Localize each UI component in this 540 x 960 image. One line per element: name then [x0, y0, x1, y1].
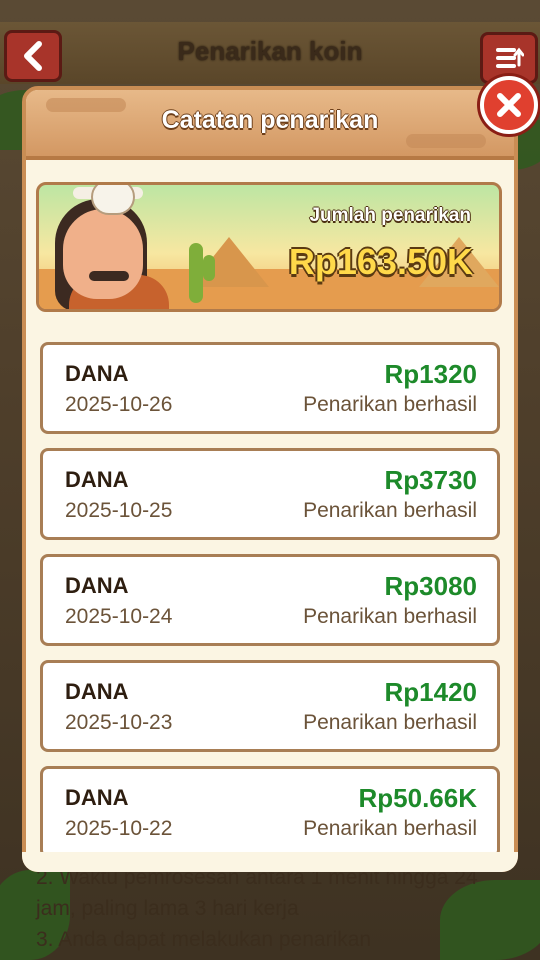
total-withdrawal-banner: Jumlah penarikan Rp163.50K	[36, 182, 502, 312]
list-item: DANA 2025-10-23 Rp1420 Penarikan berhasi…	[40, 660, 500, 752]
withdrawal-date: 2025-10-23	[65, 711, 173, 734]
payment-method: DANA	[65, 361, 129, 386]
list-item: DANA 2025-10-24 Rp3080 Penarikan berhasi…	[40, 554, 500, 646]
withdrawal-status: Penarikan berhasil	[303, 711, 477, 734]
dialog-footer	[22, 852, 518, 872]
page-title: Penarikan koin	[177, 36, 363, 66]
payment-method: DANA	[65, 573, 129, 598]
payment-method: DANA	[65, 467, 129, 492]
withdrawal-amount: Rp50.66K	[358, 783, 478, 813]
withdrawal-list[interactable]: DANA 2025-10-26 Rp1320 Penarikan berhasi…	[40, 342, 500, 852]
withdrawal-status: Penarikan berhasil	[303, 393, 477, 416]
withdrawal-date: 2025-10-24	[65, 605, 173, 628]
caveman-face	[63, 209, 143, 299]
withdrawal-status: Penarikan berhasil	[303, 499, 477, 522]
list-item: DANA 2025-10-25 Rp3730 Penarikan berhasi…	[40, 448, 500, 540]
withdrawal-status: Penarikan berhasil	[303, 817, 477, 840]
withdrawal-date: 2025-10-22	[65, 817, 173, 840]
cactus-illustration	[203, 255, 215, 281]
withdrawal-amount: Rp3080	[384, 571, 478, 601]
caveman-mustache	[89, 271, 129, 281]
withdrawal-status: Penarikan berhasil	[303, 605, 477, 628]
total-label: Jumlah penarikan	[309, 205, 471, 226]
dialog-header: Catatan penarikan	[26, 90, 514, 160]
skull-icon	[91, 185, 135, 215]
total-amount: Rp163.50K	[288, 241, 473, 282]
withdrawal-amount: Rp1420	[384, 677, 478, 707]
dialog-title: Catatan penarikan	[161, 106, 379, 134]
withdrawal-amount: Rp1320	[384, 359, 478, 389]
list-item: DANA 2025-10-26 Rp1320 Penarikan berhasi…	[40, 342, 500, 434]
close-icon	[497, 93, 521, 117]
list-item: DANA 2025-10-22 Rp50.66K Penarikan berha…	[40, 766, 500, 852]
withdrawal-date: 2025-10-25	[65, 499, 173, 522]
list-menu-icon	[496, 47, 524, 68]
header-decoration	[406, 134, 486, 148]
payment-method: DANA	[65, 785, 129, 810]
rules-text: 2. Waktu pemrosesan antara 1 menit hingg…	[36, 866, 478, 951]
close-button[interactable]	[480, 76, 538, 134]
withdrawal-amount: Rp3730	[384, 465, 478, 495]
withdrawal-date: 2025-10-26	[65, 393, 173, 416]
payment-method: DANA	[65, 679, 129, 704]
cactus-illustration	[189, 243, 203, 303]
